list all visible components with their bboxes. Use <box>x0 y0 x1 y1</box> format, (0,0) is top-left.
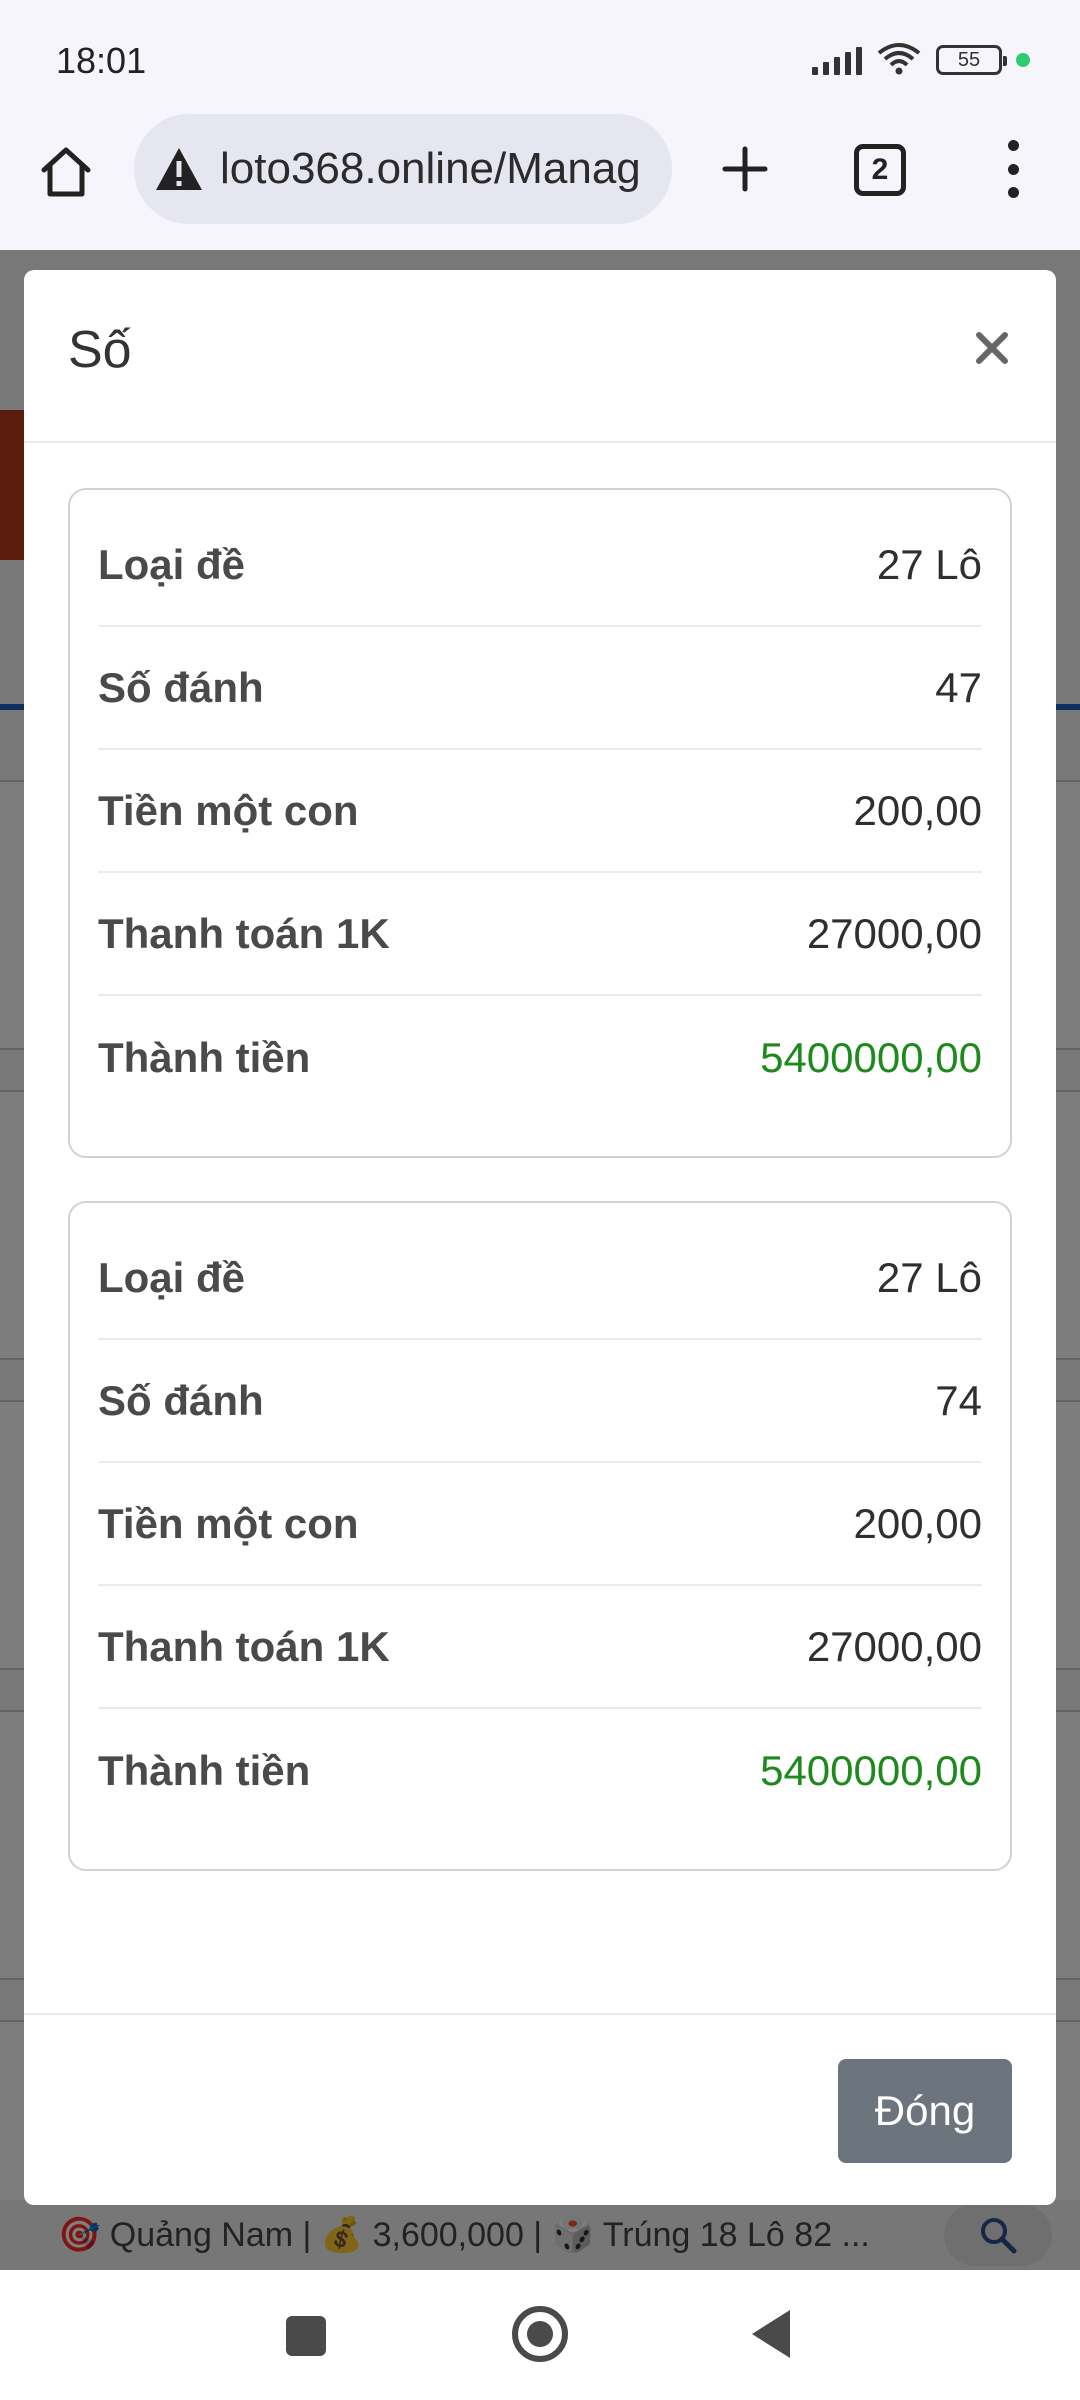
browser-toolbar: loto368.online/Manag 2 <box>0 110 1080 250</box>
row-value: 27 Lô <box>876 1253 982 1301</box>
row-value: 27000,00 <box>806 909 982 957</box>
row-value: 27000,00 <box>806 1622 982 1670</box>
row-label: Thanh toán 1K <box>98 909 390 957</box>
row-label: Loại đề <box>98 540 246 588</box>
plus-icon <box>722 146 768 192</box>
menu-button[interactable] <box>990 134 1036 204</box>
battery-level: 55 <box>957 48 981 71</box>
address-bar[interactable]: loto368.online/Manag <box>134 114 672 224</box>
bet-card: Loại đề 27 Lô Số đánh 47 Tiền một con 20… <box>68 488 1012 1158</box>
row-label: Số đánh <box>98 1376 264 1424</box>
camera-indicator-dot <box>1016 53 1030 67</box>
total-value: 5400000,00 <box>760 1033 982 1081</box>
status-time: 18:01 <box>56 40 147 81</box>
tabs-icon: 2 <box>871 153 889 186</box>
row-label: Số đánh <box>98 663 264 711</box>
modal-header: Số <box>24 270 1056 443</box>
row-label: Thanh toán 1K <box>98 1622 390 1670</box>
row-value: 27 Lô <box>876 540 982 588</box>
home-icon <box>41 147 91 197</box>
bet-type-row: Loại đề 27 Lô <box>98 1217 982 1340</box>
modal-title: Số <box>68 321 132 379</box>
unit-amount-row: Tiền một con 200,00 <box>98 1463 982 1586</box>
modal-dialog: Số Loại đề 27 Lô Số đánh 47 Tiền một con… <box>24 270 1056 2205</box>
close-button[interactable] <box>964 320 1020 376</box>
row-label: Tiền một con <box>98 1499 359 1547</box>
wifi-icon <box>876 41 922 80</box>
menu-icon <box>1007 140 1019 151</box>
new-tab-button[interactable] <box>712 136 778 202</box>
row-label: Thành tiền <box>98 1746 311 1794</box>
unit-amount-row: Tiền một con 200,00 <box>98 750 982 873</box>
tabs-button[interactable]: 2 <box>854 144 906 196</box>
close-modal-button[interactable]: Đóng <box>838 2059 1012 2163</box>
close-icon <box>976 332 1008 364</box>
row-label: Loại đề <box>98 1253 246 1301</box>
row-value: 47 <box>935 663 982 711</box>
total-row: Thành tiền 5400000,00 <box>98 1709 982 1832</box>
warning-icon[interactable] <box>152 142 206 196</box>
row-label: Tiền một con <box>98 786 359 834</box>
bet-type-row: Loại đề 27 Lô <box>98 504 982 627</box>
bet-number-row: Số đánh 47 <box>98 627 982 750</box>
bet-card: Loại đề 27 Lô Số đánh 74 Tiền một con 20… <box>68 1201 1012 1871</box>
modal-footer: Đóng <box>24 2013 1056 2205</box>
battery-icon: 55 <box>936 45 1007 75</box>
bet-number-row: Số đánh 74 <box>98 1340 982 1463</box>
total-row: Thành tiền 5400000,00 <box>98 996 982 1119</box>
system-home-button[interactable] <box>512 2306 568 2362</box>
signal-icon <box>812 45 862 75</box>
status-icons: 55 <box>812 42 1030 78</box>
total-value: 5400000,00 <box>760 1746 982 1794</box>
system-nav-bar <box>0 2270 1080 2400</box>
payment-row: Thanh toán 1K 27000,00 <box>98 873 982 996</box>
payment-row: Thanh toán 1K 27000,00 <box>98 1586 982 1709</box>
row-label: Thành tiền <box>98 1033 311 1081</box>
row-value: 74 <box>935 1376 982 1424</box>
row-value: 200,00 <box>853 786 982 834</box>
row-value: 200,00 <box>853 1499 982 1547</box>
home-button[interactable] <box>34 140 98 204</box>
back-button[interactable] <box>752 2310 790 2358</box>
status-bar: 18:01 55 <box>0 0 1080 110</box>
recent-apps-button[interactable] <box>286 2316 326 2356</box>
url-text: loto368.online/Manag <box>220 144 641 193</box>
